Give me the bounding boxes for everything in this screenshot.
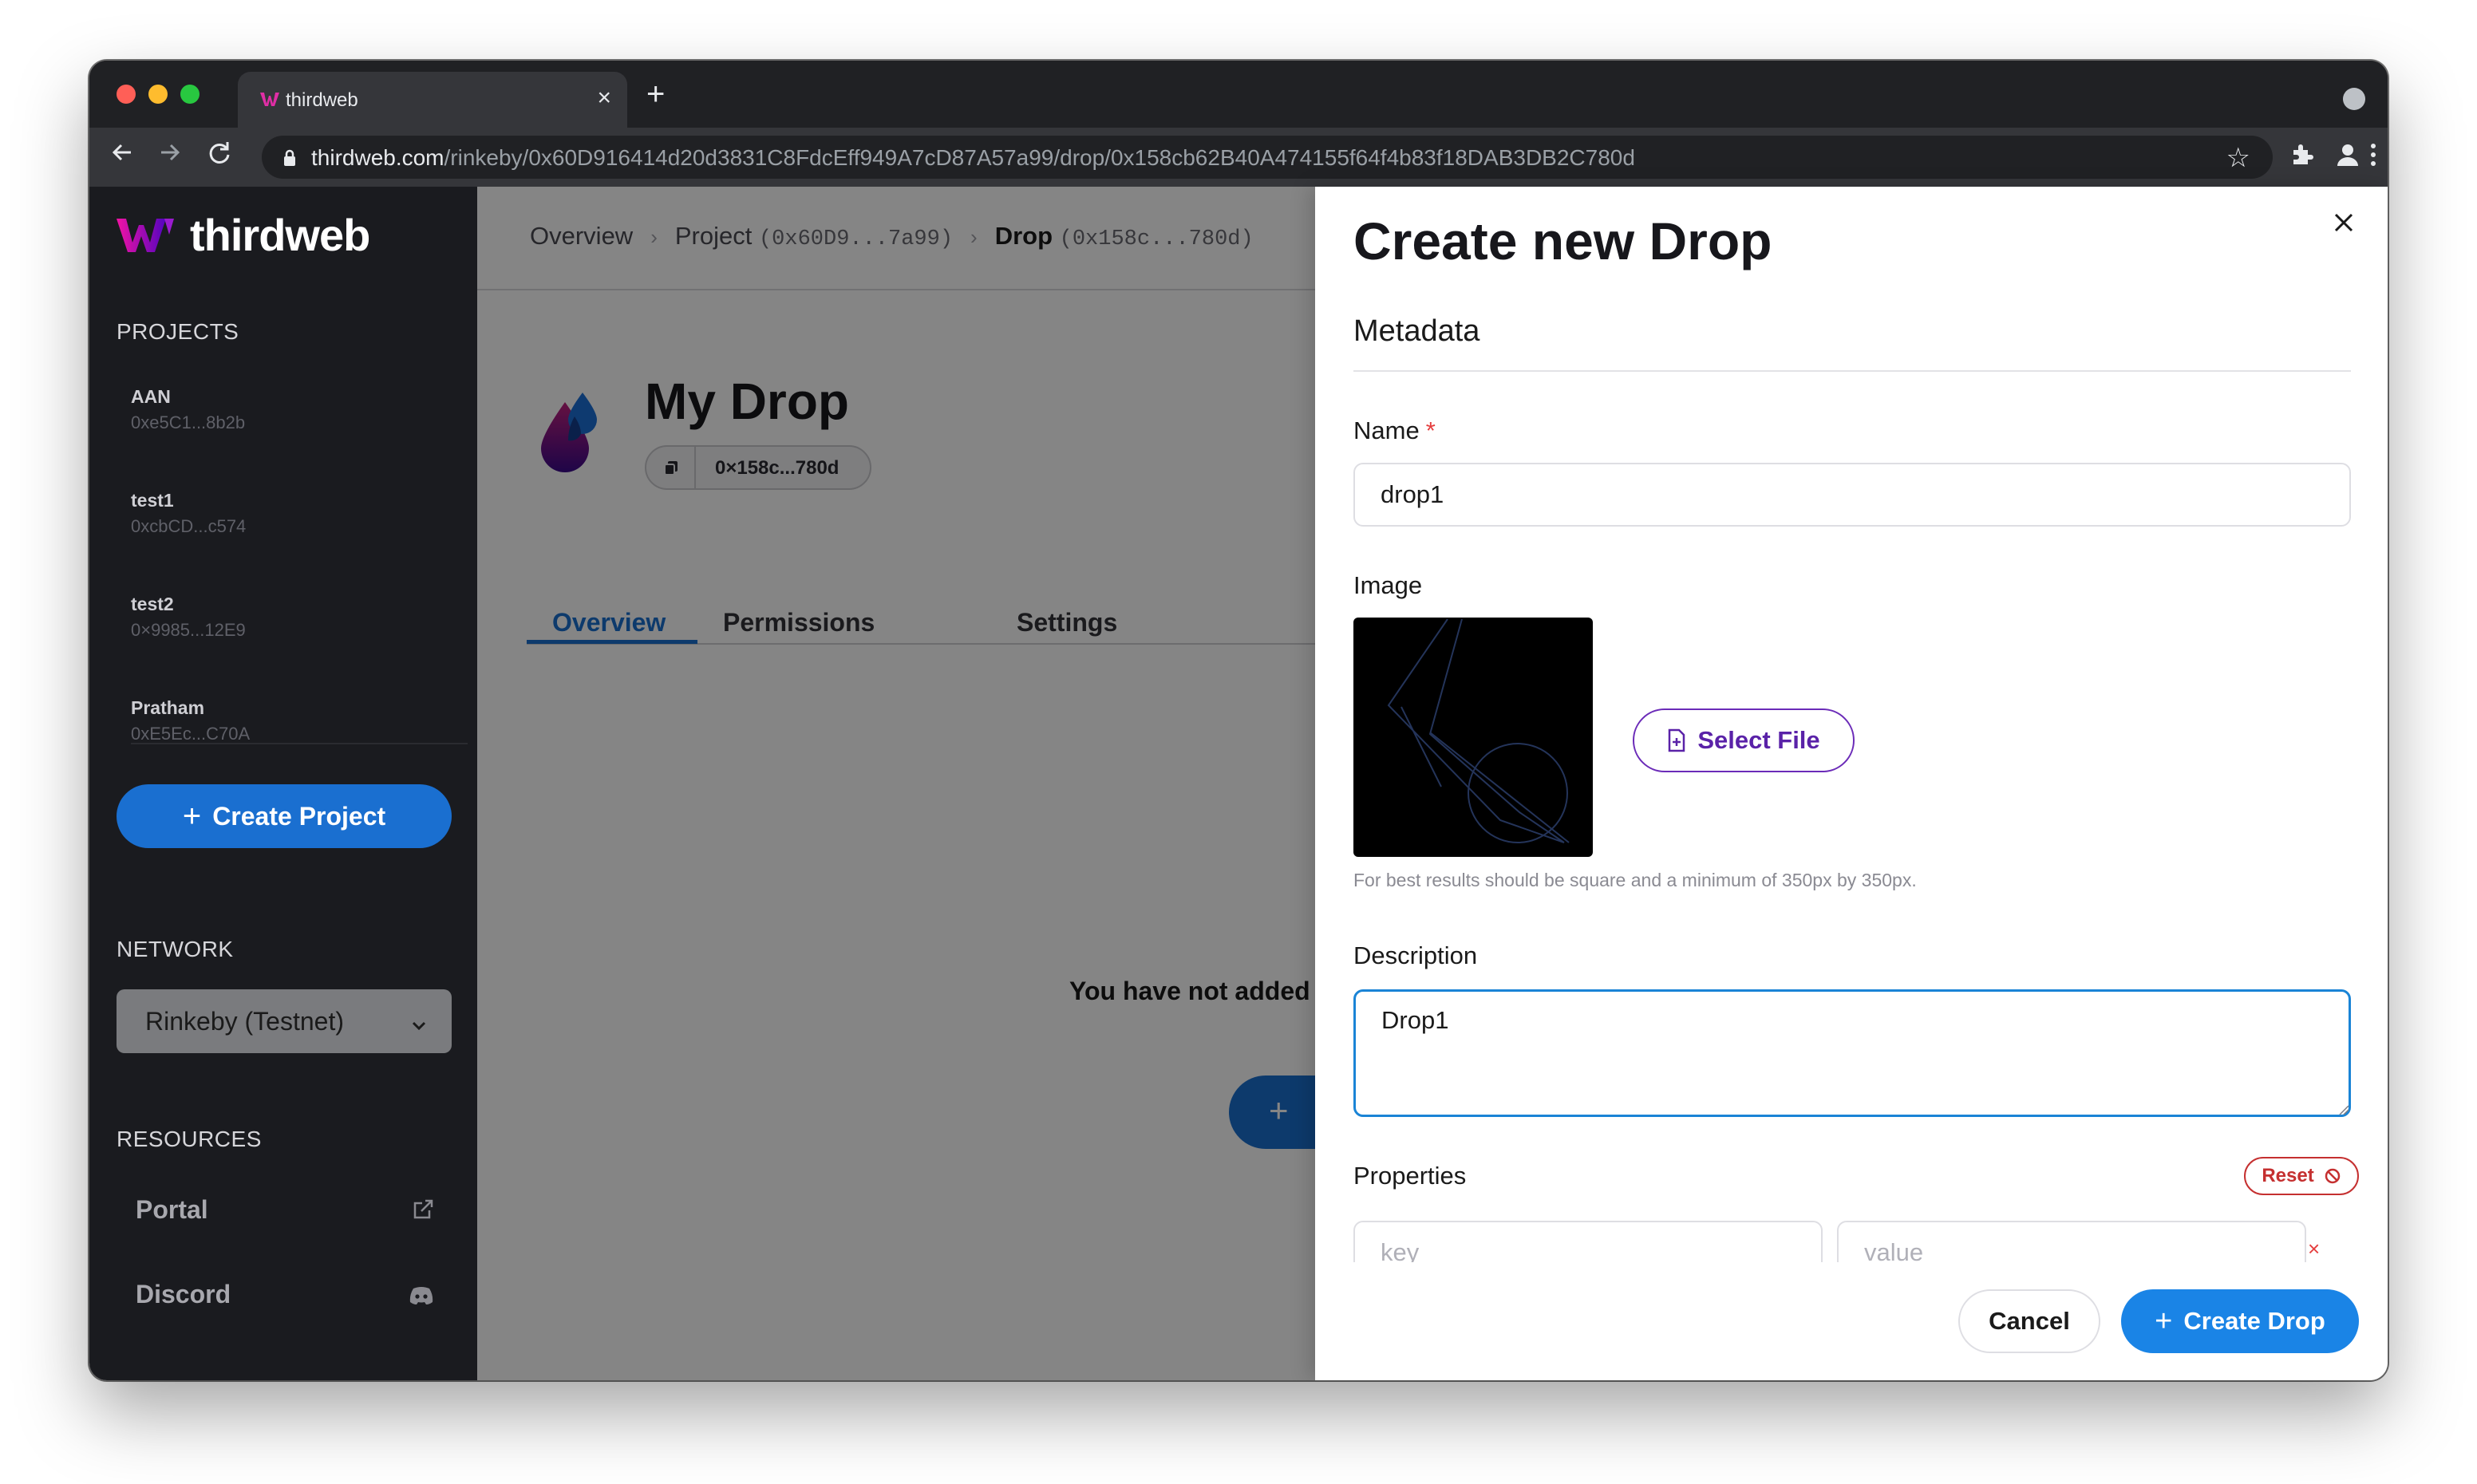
- minimize-window-button[interactable]: [148, 85, 168, 104]
- sidebar-item-discord[interactable]: Discord: [89, 1272, 477, 1320]
- sidebar-project-aan[interactable]: AAN 0xe5C1...8b2b: [131, 386, 245, 433]
- thirdweb-logo-icon: [117, 218, 174, 252]
- thirdweb-logo[interactable]: thirdweb: [117, 209, 370, 261]
- sidebar: thirdweb PROJECTS AAN 0xe5C1...8b2b test…: [89, 187, 477, 1380]
- property-row: ×: [1353, 1221, 2359, 1262]
- browser-window: thirdweb × + thirdweb.com/rinkeby/0x60D9…: [89, 61, 2388, 1380]
- tab-strip: thirdweb × +: [89, 61, 2388, 128]
- profile-icon[interactable]: [2335, 142, 2360, 172]
- resources-heading: RESOURCES: [117, 1127, 262, 1151]
- close-icon[interactable]: [2332, 211, 2356, 239]
- projects-heading: PROJECTS: [117, 319, 239, 344]
- bookmark-star-icon[interactable]: ☆: [2226, 142, 2250, 174]
- network-heading: NETWORK: [117, 937, 234, 961]
- property-key-input[interactable]: [1353, 1221, 1823, 1262]
- name-label: Name *: [1353, 416, 1436, 444]
- image-preview: [1353, 618, 1593, 857]
- browser-toolbar: thirdweb.com/rinkeby/0x60D916414d20d3831…: [89, 128, 2388, 187]
- create-drop-button[interactable]: + Create Drop: [2121, 1289, 2359, 1353]
- address-bar[interactable]: thirdweb.com/rinkeby/0x60D916414d20d3831…: [262, 136, 2273, 179]
- thirdweb-favicon-icon: [260, 91, 281, 111]
- tab-close-icon[interactable]: ×: [597, 85, 611, 112]
- url-text: thirdweb.com/rinkeby/0x60D916414d20d3831…: [311, 145, 1635, 170]
- ban-icon: [2325, 1168, 2340, 1184]
- maximize-window-button[interactable]: [180, 85, 200, 104]
- metadata-divider: [1353, 370, 2351, 372]
- remove-property-icon[interactable]: ×: [2308, 1237, 2320, 1261]
- modal-overlay[interactable]: [477, 187, 1341, 1380]
- tab-search-icon[interactable]: [2343, 88, 2365, 110]
- properties-label: Properties: [1353, 1162, 1467, 1190]
- sidebar-divider: [131, 743, 468, 744]
- metadata-heading: Metadata: [1353, 314, 1480, 348]
- network-select-value: Rinkeby (Testnet): [145, 1007, 344, 1036]
- create-drop-drawer: Create new Drop Metadata Name* Image Sel…: [1315, 187, 2388, 1380]
- lock-icon: [282, 149, 297, 171]
- browser-menu-icon[interactable]: [2370, 142, 2376, 172]
- name-input[interactable]: [1353, 463, 2351, 527]
- forward-icon[interactable]: [156, 139, 184, 175]
- create-project-button[interactable]: + Create Project: [117, 784, 452, 848]
- plus-icon: +: [2155, 1304, 2173, 1338]
- drawer-title: Create new Drop: [1353, 211, 1772, 270]
- property-value-input[interactable]: [1837, 1221, 2306, 1262]
- plus-icon: +: [182, 799, 202, 834]
- image-help-text: For best results should be square and a …: [1353, 870, 1917, 890]
- external-link-icon: [412, 1198, 434, 1225]
- new-tab-button[interactable]: +: [646, 78, 665, 110]
- description-textarea[interactable]: Drop1: [1353, 989, 2351, 1117]
- reload-icon[interactable]: [206, 139, 233, 175]
- discord-icon: [409, 1286, 434, 1309]
- main-content: Overview › Project (0x60D9...7a99) › Drop (0…: [477, 187, 1389, 1380]
- reset-button[interactable]: Reset: [2244, 1157, 2359, 1195]
- description-label: Description: [1353, 941, 1478, 969]
- sidebar-project-test1[interactable]: test1 0xcbCD...c574: [131, 490, 246, 537]
- resize-handle-icon[interactable]: [2338, 1104, 2349, 1119]
- select-file-button[interactable]: Select File: [1633, 708, 1855, 772]
- tab-title: thirdweb: [286, 89, 358, 111]
- sidebar-item-portal[interactable]: Portal: [89, 1187, 477, 1235]
- required-marker: *: [1425, 416, 1436, 444]
- image-label: Image: [1353, 571, 1423, 599]
- app-content: thirdweb PROJECTS AAN 0xe5C1...8b2b test…: [89, 187, 2388, 1380]
- file-icon: [1669, 728, 1685, 752]
- extensions-icon[interactable]: [2289, 142, 2314, 172]
- chevron-down-icon: [410, 1012, 428, 1041]
- sidebar-project-pratham[interactable]: Pratham 0xE5Ec...C70A: [131, 697, 250, 744]
- back-icon[interactable]: [109, 139, 136, 175]
- cancel-button[interactable]: Cancel: [1958, 1289, 2100, 1353]
- logo-text: thirdweb: [190, 210, 370, 260]
- close-window-button[interactable]: [117, 85, 136, 104]
- sidebar-project-test2[interactable]: test2 0×9985...12E9: [131, 594, 246, 641]
- browser-tab[interactable]: thirdweb ×: [238, 72, 627, 128]
- network-select[interactable]: Rinkeby (Testnet): [117, 989, 452, 1053]
